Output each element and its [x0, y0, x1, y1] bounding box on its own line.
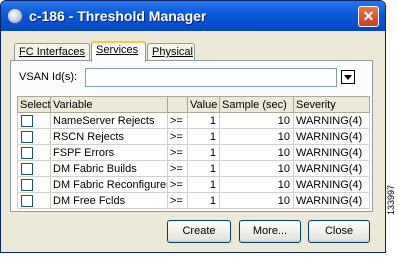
- select-cell: [17, 176, 51, 193]
- services-panel: VSAN Id(s): Select Variable Value Sample…: [10, 60, 373, 212]
- window-close-button[interactable]: ✕: [358, 6, 379, 27]
- value-cell[interactable]: 1: [187, 128, 220, 145]
- row-checkbox[interactable]: [21, 194, 33, 207]
- sample-cell[interactable]: 10: [219, 160, 294, 177]
- table-row[interactable]: DM Fabric Reconfigures >= 1 10 WARNING(4…: [17, 176, 370, 193]
- variable-cell: DM Fabric Reconfigures: [50, 176, 168, 193]
- row-checkbox[interactable]: [21, 162, 33, 175]
- sample-cell[interactable]: 10: [219, 128, 294, 145]
- variable-cell: FSPF Errors: [50, 144, 168, 161]
- variable-cell: NameServer Rejects: [50, 112, 168, 129]
- operator-cell[interactable]: >=: [167, 176, 188, 193]
- value-cell[interactable]: 1: [187, 160, 220, 177]
- row-checkbox[interactable]: [21, 130, 33, 143]
- sample-cell[interactable]: 10: [219, 144, 294, 161]
- table-row[interactable]: NameServer Rejects >= 1 10 WARNING(4): [17, 112, 370, 129]
- triangle-down-icon: [344, 75, 352, 80]
- value-cell[interactable]: 1: [187, 112, 220, 129]
- vsan-dropdown-button[interactable]: [341, 70, 355, 84]
- vsan-input[interactable]: [85, 68, 337, 87]
- create-button[interactable]: Create: [167, 220, 231, 243]
- severity-cell[interactable]: WARNING(4): [293, 112, 370, 129]
- vsan-label: VSAN Id(s):: [19, 71, 78, 83]
- close-button[interactable]: Close: [308, 220, 370, 243]
- tab-fc-interfaces[interactable]: FC Interfaces: [14, 43, 90, 61]
- app-icon: [7, 8, 23, 24]
- row-checkbox[interactable]: [21, 114, 33, 127]
- column-header-variable[interactable]: Variable: [50, 96, 168, 113]
- table-row[interactable]: FSPF Errors >= 1 10 WARNING(4): [17, 144, 370, 161]
- select-cell: [17, 192, 51, 209]
- column-header-severity[interactable]: Severity: [293, 96, 370, 113]
- title-bar[interactable]: c-186 - Threshold Manager ✕: [1, 1, 385, 31]
- threshold-manager-window: c-186 - Threshold Manager ✕ FC Interface…: [0, 0, 386, 253]
- column-header-value[interactable]: Value: [187, 96, 220, 113]
- table-header-row: Select Variable Value Sample (sec) Sever…: [17, 96, 370, 113]
- column-header-sample[interactable]: Sample (sec): [219, 96, 294, 113]
- operator-cell[interactable]: >=: [167, 160, 188, 177]
- sample-cell[interactable]: 10: [219, 176, 294, 193]
- variable-cell: DM Fabric Builds: [50, 160, 168, 177]
- more-button[interactable]: More...: [239, 220, 301, 243]
- sample-cell[interactable]: 10: [219, 112, 294, 129]
- tab-label: Services: [96, 44, 139, 56]
- tab-label: FC Interfaces: [19, 46, 86, 58]
- operator-cell[interactable]: >=: [167, 144, 188, 161]
- table-row[interactable]: RSCN Rejects >= 1 10 WARNING(4): [17, 128, 370, 145]
- operator-cell[interactable]: >=: [167, 128, 188, 145]
- variable-cell: DM Free Fclds: [50, 192, 168, 209]
- tab-label: Physical: [152, 46, 193, 58]
- tab-physical[interactable]: Physical: [147, 43, 195, 61]
- severity-cell[interactable]: WARNING(4): [293, 192, 370, 209]
- select-cell: [17, 160, 51, 177]
- value-cell[interactable]: 1: [187, 144, 220, 161]
- select-cell: [17, 128, 51, 145]
- select-cell: [17, 144, 51, 161]
- threshold-table: Select Variable Value Sample (sec) Sever…: [17, 96, 370, 209]
- select-cell: [17, 112, 51, 129]
- sample-cell[interactable]: 10: [219, 192, 294, 209]
- row-checkbox[interactable]: [21, 146, 33, 159]
- severity-cell[interactable]: WARNING(4): [293, 144, 370, 161]
- column-header-operator[interactable]: [167, 96, 188, 113]
- tab-services[interactable]: Services: [91, 41, 146, 62]
- severity-cell[interactable]: WARNING(4): [293, 160, 370, 177]
- table-row[interactable]: DM Fabric Builds >= 1 10 WARNING(4): [17, 160, 370, 177]
- window-title: c-186 - Threshold Manager: [29, 8, 207, 24]
- operator-cell[interactable]: >=: [167, 192, 188, 209]
- table-row[interactable]: DM Free Fclds >= 1 10 WARNING(4): [17, 192, 370, 209]
- variable-cell: RSCN Rejects: [50, 128, 168, 145]
- value-cell[interactable]: 1: [187, 192, 220, 209]
- severity-cell[interactable]: WARNING(4): [293, 176, 370, 193]
- column-header-select[interactable]: Select: [17, 96, 51, 113]
- value-cell[interactable]: 1: [187, 176, 220, 193]
- operator-cell[interactable]: >=: [167, 112, 188, 129]
- severity-cell[interactable]: WARNING(4): [293, 128, 370, 145]
- figure-id: 133997: [386, 184, 396, 215]
- row-checkbox[interactable]: [21, 178, 33, 191]
